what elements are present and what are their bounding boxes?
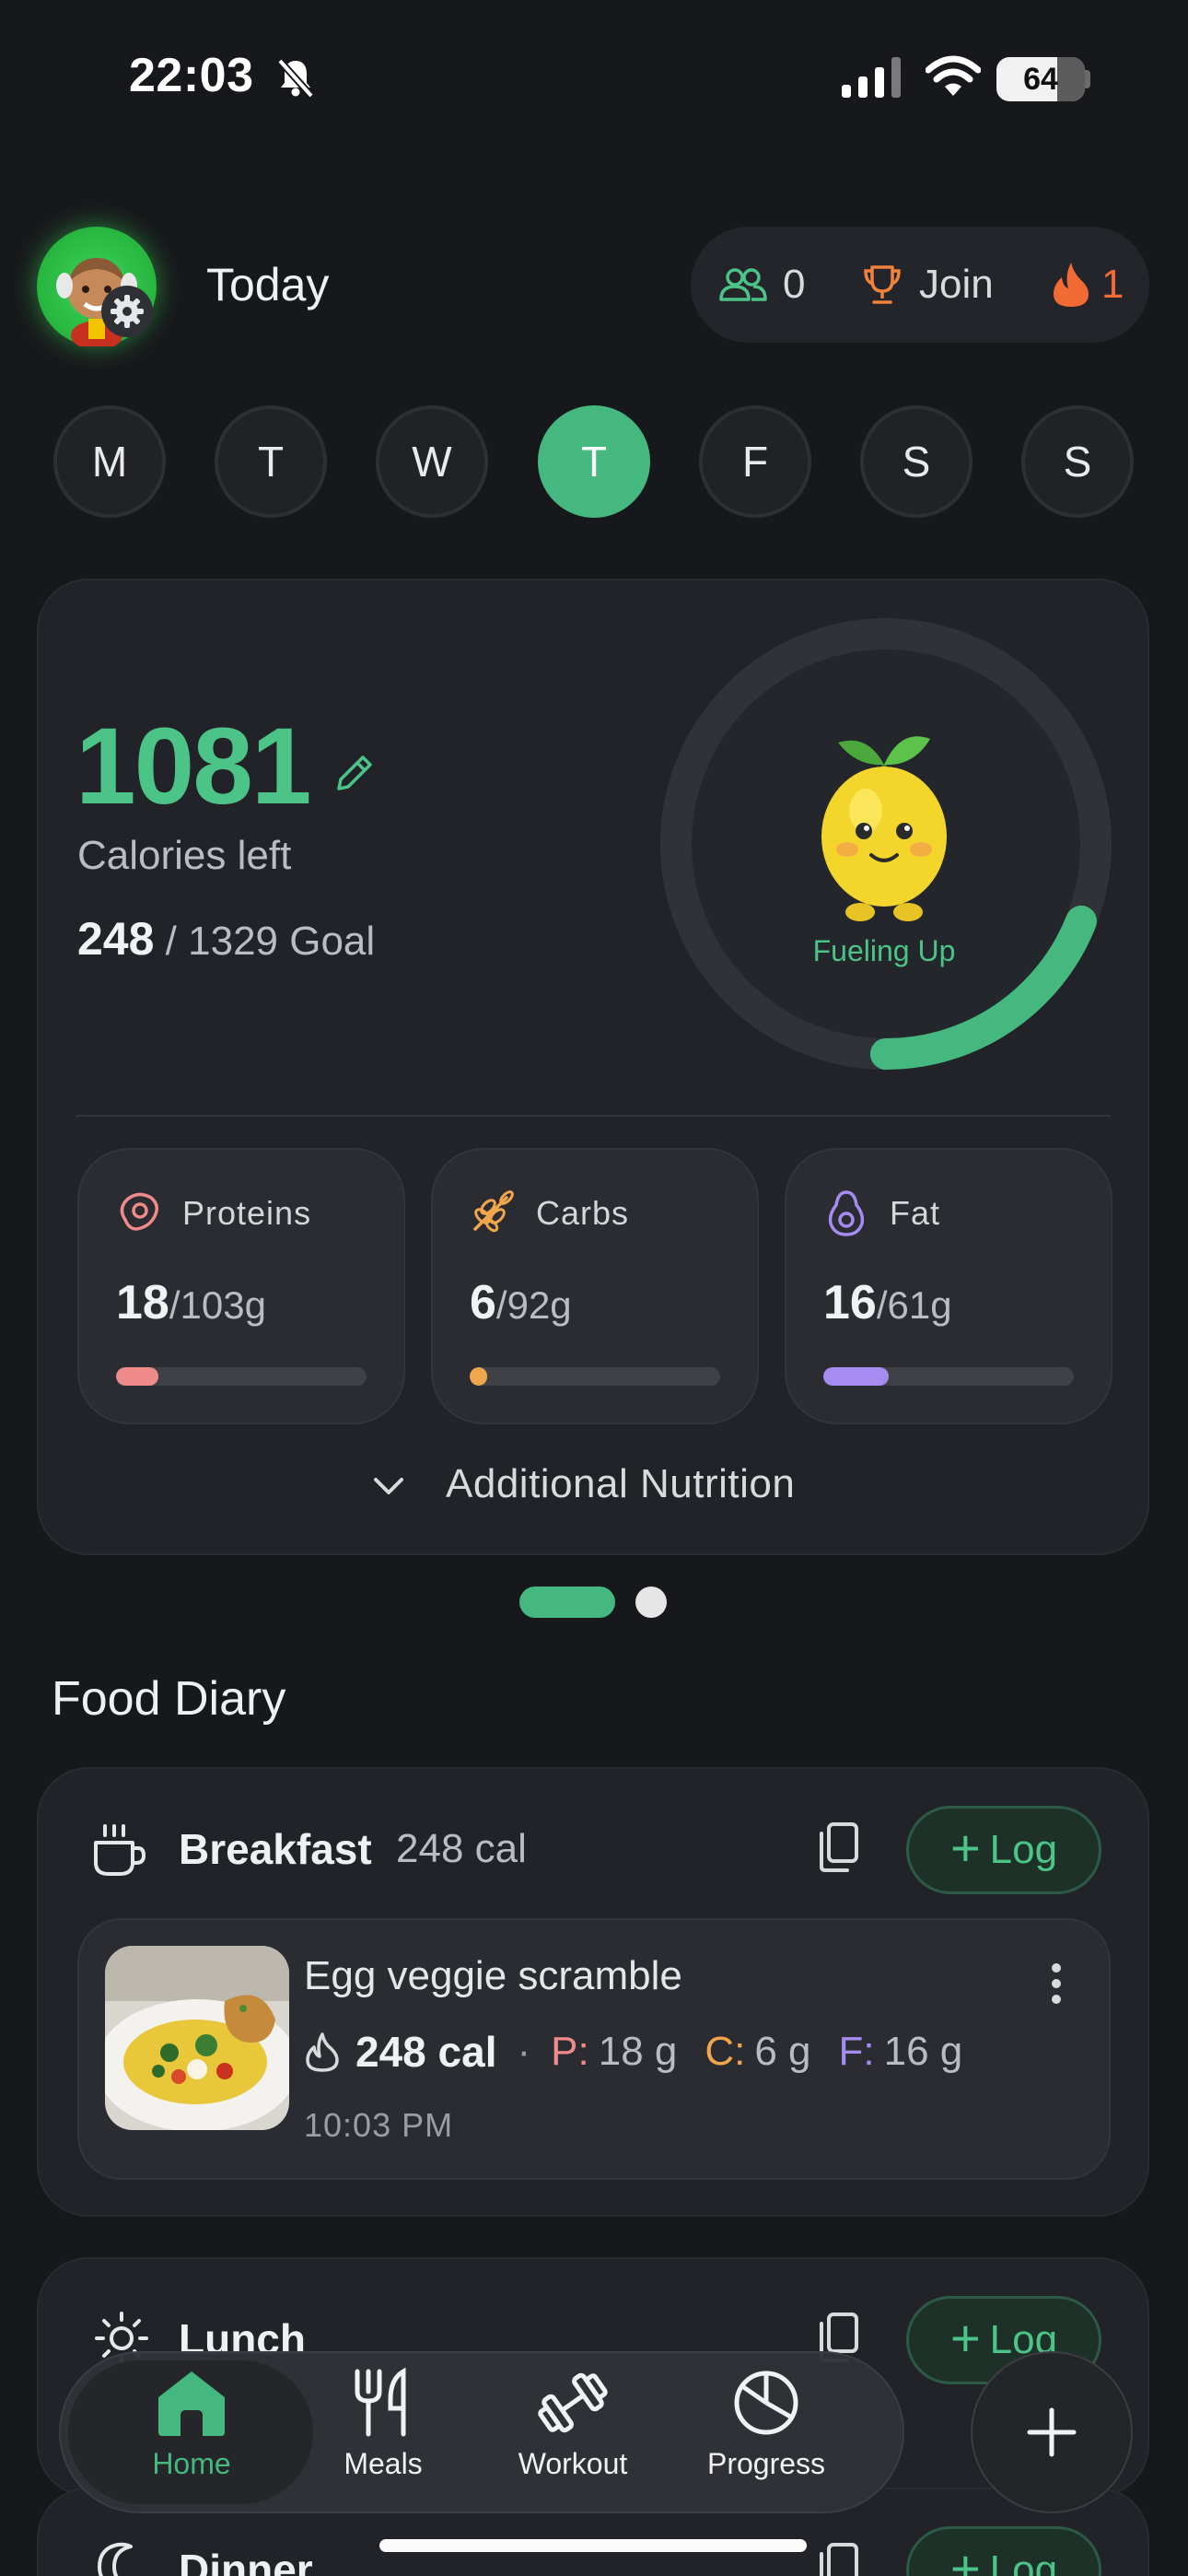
day-thursday[interactable]: T [538,405,650,518]
dumbbell-icon [538,2372,608,2433]
calorie-goal: 248 / 1329 Goal [77,912,375,966]
wifi-icon [926,55,981,96]
macro-value: 16/61g [823,1276,952,1329]
day-tuesday[interactable]: T [215,405,327,518]
page-title: Today [206,259,330,310]
page-indicator-active[interactable] [519,1587,615,1618]
meat-icon [120,1192,158,1231]
friends-button[interactable]: 0 [718,227,805,343]
day-saturday[interactable]: S [860,405,973,518]
day-sunday[interactable]: S [1021,405,1134,518]
macro-progress-bar [116,1367,367,1386]
streak-count: 1 [1101,262,1124,307]
settings-gear-icon[interactable] [101,286,153,337]
nav-progress[interactable]: Progress [665,2368,868,2481]
plus-icon: + [949,2308,981,2367]
lemon-mascot-icon [821,736,947,921]
calories-left-label: Calories left [77,833,292,878]
macro-card-proteins[interactable]: Proteins 18/103g [77,1148,405,1424]
friends-icon [719,268,767,301]
social-pill: 0 Join 1 [691,227,1149,343]
separator-dot: · [517,2029,531,2074]
food-name: Egg veggie scramble [304,1953,682,1998]
add-button[interactable] [971,2351,1133,2513]
fork-knife-icon [355,2368,406,2437]
plus-icon: + [949,2538,981,2576]
flame-outline-icon [306,2032,339,2072]
food-image [105,1946,289,2130]
day-monday[interactable]: M [53,405,166,518]
goal-text: / 1329 Goal [165,919,376,964]
coffee-cup-icon [94,1824,146,1876]
trophy-icon [864,265,901,304]
meal-calories: 248 cal [396,1826,527,1871]
macro-card-fat[interactable]: Fat 16/61g [785,1148,1112,1424]
food-diary-title: Food Diary [52,1672,286,1726]
food-macros: 248 cal · P: 18 g C: 6 g F: 16 g [304,2027,962,2077]
meal-name: Dinner [179,2546,313,2576]
macro-name: Fat [890,1194,941,1232]
friends-count: 0 [783,262,806,307]
nav-meals[interactable]: Meals [282,2368,484,2481]
macro-name: Proteins [182,1194,312,1232]
avocado-icon [828,1190,865,1236]
battery-indicator: 64 [996,57,1085,101]
nav-home[interactable]: Home [90,2368,293,2481]
macro-name: Carbs [536,1194,630,1232]
day-friday[interactable]: F [699,405,811,518]
macro-value: 6/92g [470,1276,572,1329]
plus-icon [1027,2407,1077,2457]
additional-nutrition-toggle[interactable]: Additional Nutrition [446,1461,795,1507]
edit-pencil-icon[interactable] [332,750,378,796]
card-divider [76,1115,1111,1117]
meal-name: Breakfast [179,1825,372,1873]
log-dinner-button[interactable]: + Log [906,2526,1101,2576]
battery-tip [1085,70,1090,88]
more-options-icon[interactable] [1050,1962,1063,2005]
day-wednesday[interactable]: W [376,405,488,518]
macro-value: 18/103g [116,1276,266,1329]
status-time: 22:03 [129,49,254,102]
log-breakfast-button[interactable]: + Log [906,1806,1101,1894]
nav-workout[interactable]: Workout [472,2368,674,2481]
wheat-icon [473,1190,514,1233]
join-challenge-button[interactable]: Join [862,227,994,343]
macro-progress-bar [823,1367,1074,1386]
pie-chart-icon [734,2371,798,2435]
moon-icon [98,2542,133,2576]
plus-icon: + [949,1818,981,1877]
page-indicator[interactable] [635,1587,667,1618]
food-entry[interactable]: Egg veggie scramble 248 cal · P: 18 g C:… [77,1918,1111,2180]
flame-icon [1054,263,1089,307]
home-icon [158,2371,225,2436]
macro-progress-bar [470,1367,720,1386]
food-time: 10:03 PM [304,2106,454,2144]
chevron-down-icon[interactable] [368,1472,409,1500]
calories-left-value: 1081 [76,706,312,827]
consumed-calories: 248 [77,913,155,965]
bell-muted-icon [277,58,314,99]
copy-icon[interactable] [814,2541,862,2576]
home-indicator [379,2539,807,2552]
join-label: Join [919,262,994,307]
copy-icon[interactable] [814,1821,862,1874]
streak-button[interactable]: 1 [1052,227,1124,343]
mascot-status: Fueling Up [812,934,956,967]
macro-card-carbs[interactable]: Carbs 6/92g [431,1148,759,1424]
signal-icon [842,57,901,98]
